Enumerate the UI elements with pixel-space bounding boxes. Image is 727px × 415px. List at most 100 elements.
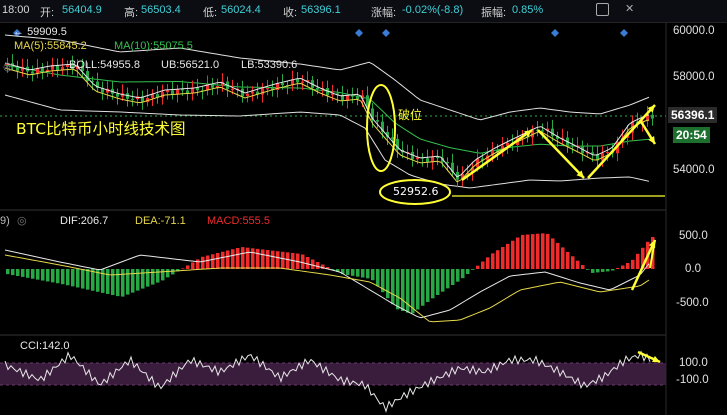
macd-bar	[136, 269, 140, 291]
macd-bar	[266, 250, 270, 269]
event-marker-3	[551, 29, 559, 37]
candle-body	[231, 88, 234, 91]
macd-bar	[356, 269, 360, 277]
candle-body	[391, 137, 394, 139]
screenshot-icon[interactable]	[596, 3, 609, 16]
high-label: 高:	[124, 7, 139, 19]
macd-bar	[211, 254, 215, 269]
macd-bar	[521, 234, 525, 269]
macd-bar	[311, 259, 315, 269]
macd-bar	[471, 269, 475, 270]
candle-body	[251, 91, 254, 94]
ma5-label: MA(5):55845.2	[14, 40, 87, 52]
macd-bar	[251, 248, 255, 269]
macd-bar	[481, 261, 485, 269]
candle-body	[446, 161, 449, 164]
macd-bar	[416, 269, 420, 310]
macd-bar	[451, 269, 455, 285]
event-marker-2	[382, 29, 390, 37]
candle-body	[316, 87, 319, 90]
macd-bar	[486, 257, 490, 269]
macd-bar	[386, 269, 390, 299]
macd-bar	[601, 269, 605, 272]
price-tick-54000: 54000.0	[673, 164, 715, 176]
candle-body	[266, 88, 269, 90]
macd-bar	[541, 233, 545, 269]
candle-body	[651, 114, 654, 119]
macd-bar	[606, 269, 610, 272]
macd-bar	[66, 269, 70, 286]
low-label: 低:	[203, 7, 218, 19]
open-label: 开:	[40, 7, 55, 19]
candle-countdown: 20:54	[673, 127, 710, 143]
macd-bar	[186, 265, 190, 269]
macd-bar	[101, 269, 105, 293]
macd-bar	[81, 269, 85, 289]
price-tick-60000: 60000.0	[673, 25, 715, 37]
close-panel-icon[interactable]: ✕	[625, 2, 634, 15]
macd-bar	[446, 269, 450, 289]
macd-bar	[396, 269, 400, 310]
macd-bar	[596, 269, 600, 273]
macd-bar	[146, 269, 150, 287]
candle-body	[571, 145, 574, 147]
macd-bar	[36, 269, 40, 280]
macd-bar	[366, 269, 370, 279]
macd-bar	[436, 269, 440, 295]
macd-bar	[46, 269, 50, 282]
macd-bar	[276, 251, 280, 269]
settings-icon[interactable]: ◎	[3, 60, 13, 73]
macd-bar	[61, 269, 65, 285]
macd-bar	[121, 269, 125, 297]
change-value: -0.02%(-8.8)	[402, 4, 464, 16]
macd-bar	[196, 259, 200, 269]
cci-tick-100: 100.0	[679, 357, 708, 369]
open-value: 56404.9	[62, 4, 102, 16]
candle-body	[356, 96, 359, 100]
dif-label: DIF:206.7	[60, 215, 109, 227]
macd-bar	[206, 255, 210, 269]
macd-bar	[191, 262, 195, 269]
macd-bar	[456, 269, 460, 282]
macd-tick-neg500: -500.0	[676, 297, 709, 309]
macd-bar	[421, 269, 425, 306]
macd-bar	[516, 237, 520, 269]
macd-bar	[261, 249, 265, 269]
macd-bar	[126, 269, 130, 295]
macd-settings-icon[interactable]: ◎	[17, 214, 27, 227]
macd-bar	[591, 269, 595, 273]
macd-bar	[156, 269, 160, 283]
macd-bar	[106, 269, 110, 294]
macd-bar	[166, 269, 170, 278]
macd-label: MACD:555.5	[207, 215, 270, 227]
macd-bar	[161, 269, 165, 281]
ub-label: UB:56521.0	[161, 59, 220, 71]
candle-body	[606, 152, 609, 154]
macd-bar	[431, 269, 435, 299]
ohlc-header: 18:00 开: 56404.9 高: 56503.4 低: 56024.4 收…	[0, 0, 727, 23]
candle-body	[281, 83, 284, 86]
macd-bar	[626, 263, 630, 269]
candle-body	[166, 90, 169, 93]
chart-title: BTC比特币小时线技术图	[16, 120, 186, 138]
macd-bar	[526, 234, 530, 269]
macd-bar	[441, 269, 445, 292]
amplitude-value: 0.85%	[512, 4, 544, 16]
ma10-label: MA(10):55075.5	[114, 40, 193, 52]
low-annotation: 52952.6	[393, 185, 439, 198]
high-marker-value: 59909.5	[27, 26, 67, 38]
macd-bar	[271, 250, 275, 269]
high-marker-label: ← 59909.5	[13, 26, 67, 38]
macd-bar	[581, 265, 585, 269]
macd-bar	[56, 269, 60, 284]
macd-bar	[501, 247, 505, 269]
macd-bar	[6, 269, 10, 275]
candle-body	[301, 81, 304, 83]
macd-bar	[246, 247, 250, 269]
boll-upper-band	[4, 34, 650, 121]
macd-bar	[306, 257, 310, 269]
macd-bar	[621, 265, 625, 269]
macd-bar	[26, 269, 30, 278]
macd-bar	[551, 238, 555, 269]
macd-bar	[391, 269, 395, 305]
